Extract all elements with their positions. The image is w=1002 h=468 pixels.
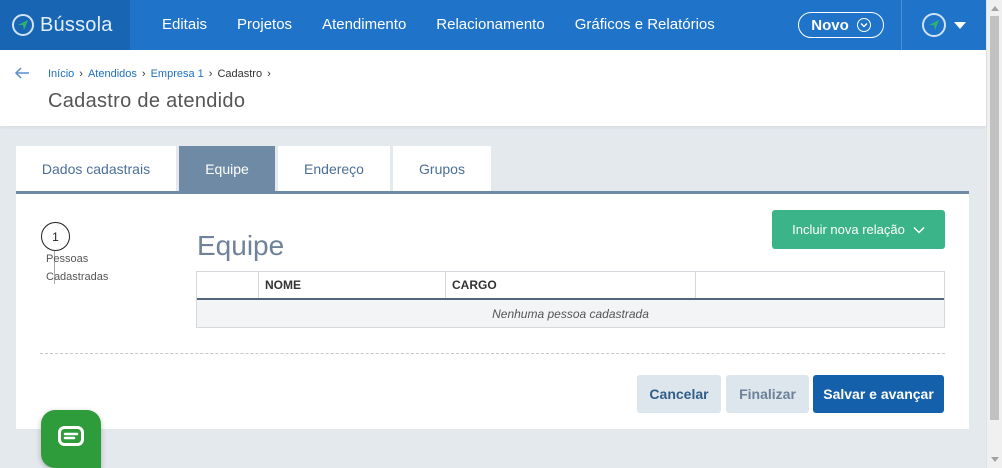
save-next-button[interactable]: Salvar e avançar bbox=[813, 375, 944, 413]
tab-bar: Dados cadastrais Equipe Endereço Grupos bbox=[16, 146, 491, 191]
nav-divider bbox=[901, 0, 902, 50]
include-relation-label: Incluir nova relação bbox=[792, 222, 905, 237]
page-header: Início › Atendidos › Empresa 1 › Cadastr… bbox=[0, 50, 986, 126]
section-title: Equipe bbox=[197, 230, 285, 261]
chevron-down-icon bbox=[913, 222, 925, 237]
tab-grupos[interactable]: Grupos bbox=[393, 146, 491, 191]
breadcrumb: Início › Atendidos › Empresa 1 › Cadastr… bbox=[48, 68, 271, 80]
main-nav: Editais Projetos Atendimento Relacioname… bbox=[162, 0, 730, 50]
breadcrumb-cadastro: Cadastro bbox=[217, 68, 263, 80]
novo-label: Novo bbox=[811, 16, 849, 34]
column-header-cargo[interactable]: CARGO bbox=[446, 272, 696, 298]
section-divider bbox=[40, 353, 945, 354]
tab-endereco[interactable]: Endereço bbox=[278, 146, 390, 191]
vertical-scrollbar[interactable] bbox=[986, 0, 1002, 468]
step-label: Pessoas Cadastradas bbox=[46, 253, 109, 283]
breadcrumb-separator-icon: › bbox=[208, 68, 213, 80]
breadcrumb-separator-icon: › bbox=[141, 68, 146, 80]
breadcrumb-separator-icon: › bbox=[267, 68, 271, 80]
nav-item-atendimento[interactable]: Atendimento bbox=[307, 0, 421, 50]
chevron-down-icon bbox=[856, 18, 871, 32]
caret-down-icon bbox=[954, 21, 966, 29]
table-header: NOME CARGO bbox=[197, 272, 944, 300]
nav-item-editais[interactable]: Editais bbox=[162, 0, 222, 50]
breadcrumb-inicio[interactable]: Início bbox=[48, 68, 74, 80]
column-header-actions bbox=[696, 272, 944, 298]
cancel-button[interactable]: Cancelar bbox=[637, 375, 721, 413]
scroll-thumb[interactable] bbox=[990, 16, 999, 420]
compass-icon bbox=[12, 14, 34, 36]
finish-button[interactable]: Finalizar bbox=[726, 375, 809, 413]
top-navbar: Bússola Editais Projetos Atendimento Rel… bbox=[0, 0, 986, 50]
back-arrow-icon[interactable] bbox=[14, 66, 30, 85]
brand-logo[interactable]: Bússola bbox=[0, 0, 130, 50]
brand-name: Bússola bbox=[40, 13, 113, 36]
column-header-nome[interactable]: NOME bbox=[259, 272, 446, 298]
breadcrumb-separator-icon: › bbox=[79, 68, 83, 80]
chat-icon bbox=[58, 425, 84, 453]
tab-equipe[interactable]: Equipe bbox=[179, 146, 275, 191]
nav-item-graficos[interactable]: Gráficos e Relatórios bbox=[560, 0, 730, 50]
breadcrumb-empresa[interactable]: Empresa 1 bbox=[151, 68, 204, 80]
user-menu[interactable] bbox=[922, 13, 966, 37]
empty-table-row: Nenhuma pessoa cadastrada bbox=[197, 300, 944, 327]
scroll-up-icon[interactable] bbox=[991, 6, 999, 11]
equipe-card: 1 Pessoas Cadastradas Equipe Incluir nov… bbox=[16, 194, 969, 429]
include-relation-button[interactable]: Incluir nova relação bbox=[772, 210, 945, 249]
novo-button[interactable]: Novo bbox=[798, 12, 884, 38]
step-number: 1 bbox=[41, 222, 70, 251]
nav-item-projetos[interactable]: Projetos bbox=[222, 0, 307, 50]
breadcrumb-atendidos[interactable]: Atendidos bbox=[88, 68, 137, 80]
column-header-select bbox=[197, 272, 259, 298]
user-avatar-icon bbox=[922, 13, 946, 37]
chat-button[interactable] bbox=[41, 410, 101, 468]
scroll-down-icon[interactable] bbox=[991, 457, 999, 462]
nav-item-relacionamento[interactable]: Relacionamento bbox=[421, 0, 559, 50]
team-table: NOME CARGO Nenhuma pessoa cadastrada bbox=[196, 271, 945, 328]
page-title: Cadastro de atendido bbox=[48, 90, 246, 112]
tab-dados-cadastrais[interactable]: Dados cadastrais bbox=[16, 146, 176, 191]
